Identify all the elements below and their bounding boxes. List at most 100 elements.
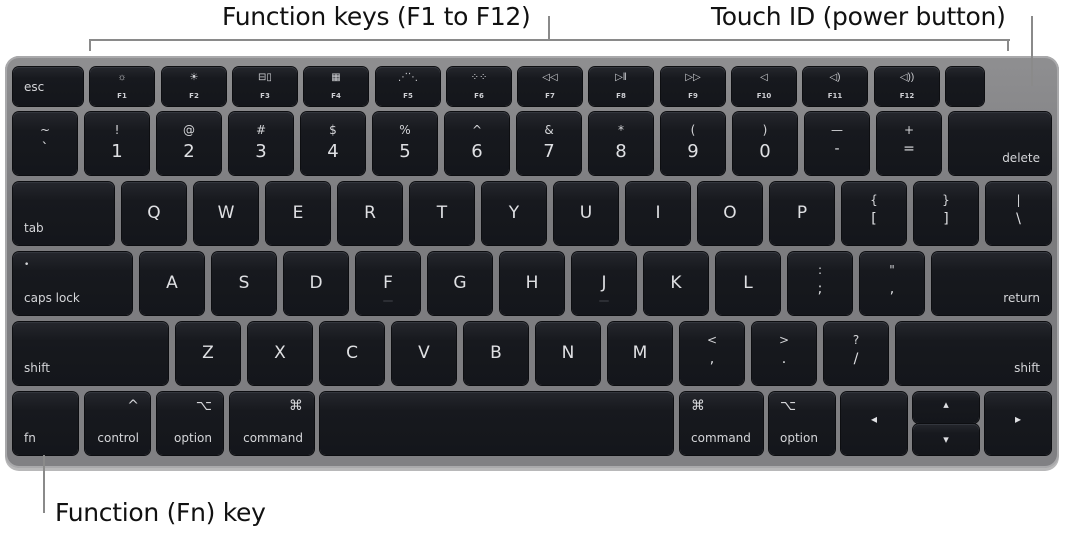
key-3[interactable]: #3 [229,112,293,175]
key-shift-legend: & [544,123,554,137]
key-e[interactable]: E [266,182,330,245]
key-8[interactable]: * 8 [589,112,653,175]
function-key-f1[interactable]: ☼ F1 [90,67,154,106]
key-2[interactable]: @2 [157,112,221,175]
right-option-key[interactable]: ⌥ option [769,392,835,455]
down-arrow-key[interactable]: ▾ [913,424,979,455]
function-key-f6[interactable]: ⁘⁘ F6 [447,67,511,106]
tab-key[interactable]: tab [13,182,114,245]
function-key-f10[interactable]: ◁ F10 [732,67,796,106]
key-legend: ` [41,141,49,157]
key-shift-legend: ! [114,123,120,137]
right-command-key[interactable]: ⌘ command [680,392,763,455]
key-legend: E [292,203,304,223]
key-t[interactable]: T [410,182,474,245]
mission-control-icon: ⊟▯ [258,72,272,83]
function-key-f3[interactable]: ⊟▯ F3 [233,67,297,106]
left-command-key[interactable]: ⌘ command [230,392,314,455]
function-key-f8[interactable]: ▷ǁ F8 [589,67,653,106]
key-f[interactable]: F [356,252,420,315]
key-7[interactable]: & 7 [517,112,581,175]
key-label: F9 [688,92,698,100]
key-legend: ] [943,211,949,227]
key-semicolon[interactable]: :; [788,252,852,315]
function-key-f11[interactable]: ◁) F11 [803,67,867,106]
key-s[interactable]: S [212,252,276,315]
key-right-bracket[interactable]: }] [914,182,978,245]
key-label: option [174,431,212,445]
key-legend: 7 [543,141,555,162]
key--[interactable]: — - [805,112,869,175]
left-option-key[interactable]: ⌥ option [157,392,223,455]
key-shift-legend: : [817,263,823,277]
key-g[interactable]: G [428,252,492,315]
key-shift-legend: > [778,333,790,347]
touch-id-key[interactable] [946,67,984,106]
right-shift-key[interactable]: shift [896,322,1051,385]
left-shift-key[interactable]: shift [13,322,168,385]
key-v[interactable]: V [392,322,456,385]
key-=[interactable]: + = [877,112,941,175]
function-key-f12[interactable]: ◁)) F12 [875,67,939,106]
key-1[interactable]: ! 1 [85,112,149,175]
left-arrow-key[interactable]: ◂ [841,392,907,455]
command-icon: ⌘ [289,398,303,414]
key-a[interactable]: A [140,252,204,315]
key-l[interactable]: L [716,252,780,315]
right-arrow-key[interactable]: ▸ [985,392,1051,455]
key-p[interactable]: P [770,182,834,245]
key-0[interactable]: ) 0 [733,112,797,175]
fn-key[interactable]: fn [13,392,78,455]
function-key-f5[interactable]: ⋰⋱ F5 [376,67,440,106]
key-m[interactable]: M [608,322,672,385]
key-w[interactable]: W [194,182,258,245]
key-`[interactable]: ~ ` [13,112,77,175]
key-u[interactable]: U [554,182,618,245]
key-4[interactable]: $4 [301,112,365,175]
up-arrow-key[interactable]: ▴ [913,392,979,423]
key-comma[interactable]: <, [680,322,744,385]
control-key[interactable]: ^ control [85,392,150,455]
fn-key-callout: Function (Fn) key [55,498,266,527]
key-quote[interactable]: ", [860,252,924,315]
function-key-f7[interactable]: ◁◁ F7 [518,67,582,106]
function-keys-bracket-top [90,39,1010,41]
key-d[interactable]: D [284,252,348,315]
key-i[interactable]: I [626,182,690,245]
space-bar[interactable] [320,392,673,455]
key-k[interactable]: K [644,252,708,315]
delete-key[interactable]: delete [949,112,1051,175]
key-b[interactable]: B [464,322,528,385]
key-legend: S [238,273,250,293]
key-9[interactable]: (9 [661,112,725,175]
function-key-f4[interactable]: ▦ F4 [304,67,368,106]
key-x[interactable]: X [248,322,312,385]
key-r[interactable]: R [338,182,402,245]
key-y[interactable]: Y [482,182,546,245]
function-key-f9[interactable]: ▷▷ F9 [661,67,725,106]
key-h[interactable]: H [500,252,564,315]
key-backslash[interactable]: | \ [986,182,1051,245]
key-n[interactable]: N [536,322,600,385]
key-legend: 5 [399,141,411,162]
key-shift-legend: ^ [471,123,483,137]
key-6[interactable]: ^ 6 [445,112,509,175]
caps-lock-key[interactable]: • caps lock [13,252,132,315]
key-slash[interactable]: ? / [824,322,888,385]
return-key[interactable]: return [932,252,1051,315]
key-z[interactable]: Z [176,322,240,385]
key-left-bracket[interactable]: {[ [842,182,906,245]
key-q[interactable]: Q [122,182,186,245]
key-c[interactable]: C [320,322,384,385]
esc-key[interactable]: esc [13,67,83,106]
key-period[interactable]: >. [752,322,816,385]
function-keys-bracket-left [89,39,91,51]
function-key-f2[interactable]: ☀ F2 [162,67,226,106]
key-label: fn [24,431,36,445]
key-j[interactable]: J [572,252,636,315]
key-o[interactable]: O [698,182,762,245]
key-5[interactable]: % 5 [373,112,437,175]
key-legend: T [436,203,448,223]
key-shift-legend: ( [690,123,696,137]
fast-forward-icon: ▷▷ [685,72,701,83]
